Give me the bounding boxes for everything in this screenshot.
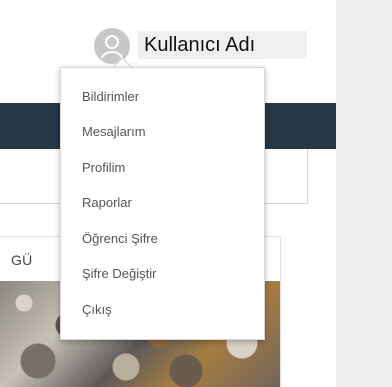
menu-item-logout[interactable]: Çıkış [82,298,112,322]
card-tab-label[interactable]: GÜ [11,252,32,268]
menu-item-notifications[interactable]: Bildirimler [82,85,139,109]
username[interactable]: Kullanıcı Adı [144,33,255,57]
menu-item-messages[interactable]: Mesajlarım [82,120,146,144]
menu-item-reports[interactable]: Raporlar [82,191,132,215]
main-content-area: GÜ Kullanıcı Adı Bildirimler Mesajlarım … [0,0,336,387]
content-panel-edge [307,149,308,204]
application-window: GÜ Kullanıcı Adı Bildirimler Mesajlarım … [0,0,392,387]
user-dropdown-menu: Bildirimler Mesajlarım Profilim Raporlar… [60,67,265,340]
right-side-panel [336,0,392,387]
user-account-menu-trigger[interactable]: Kullanıcı Adı [94,25,308,65]
menu-item-student-password[interactable]: Öğrenci Şifre [82,227,158,251]
menu-item-profile[interactable]: Profilim [82,156,125,180]
menu-item-change-password[interactable]: Şifre Değiştir [82,262,156,286]
username-highlight[interactable]: Kullanıcı Adı [138,31,307,59]
